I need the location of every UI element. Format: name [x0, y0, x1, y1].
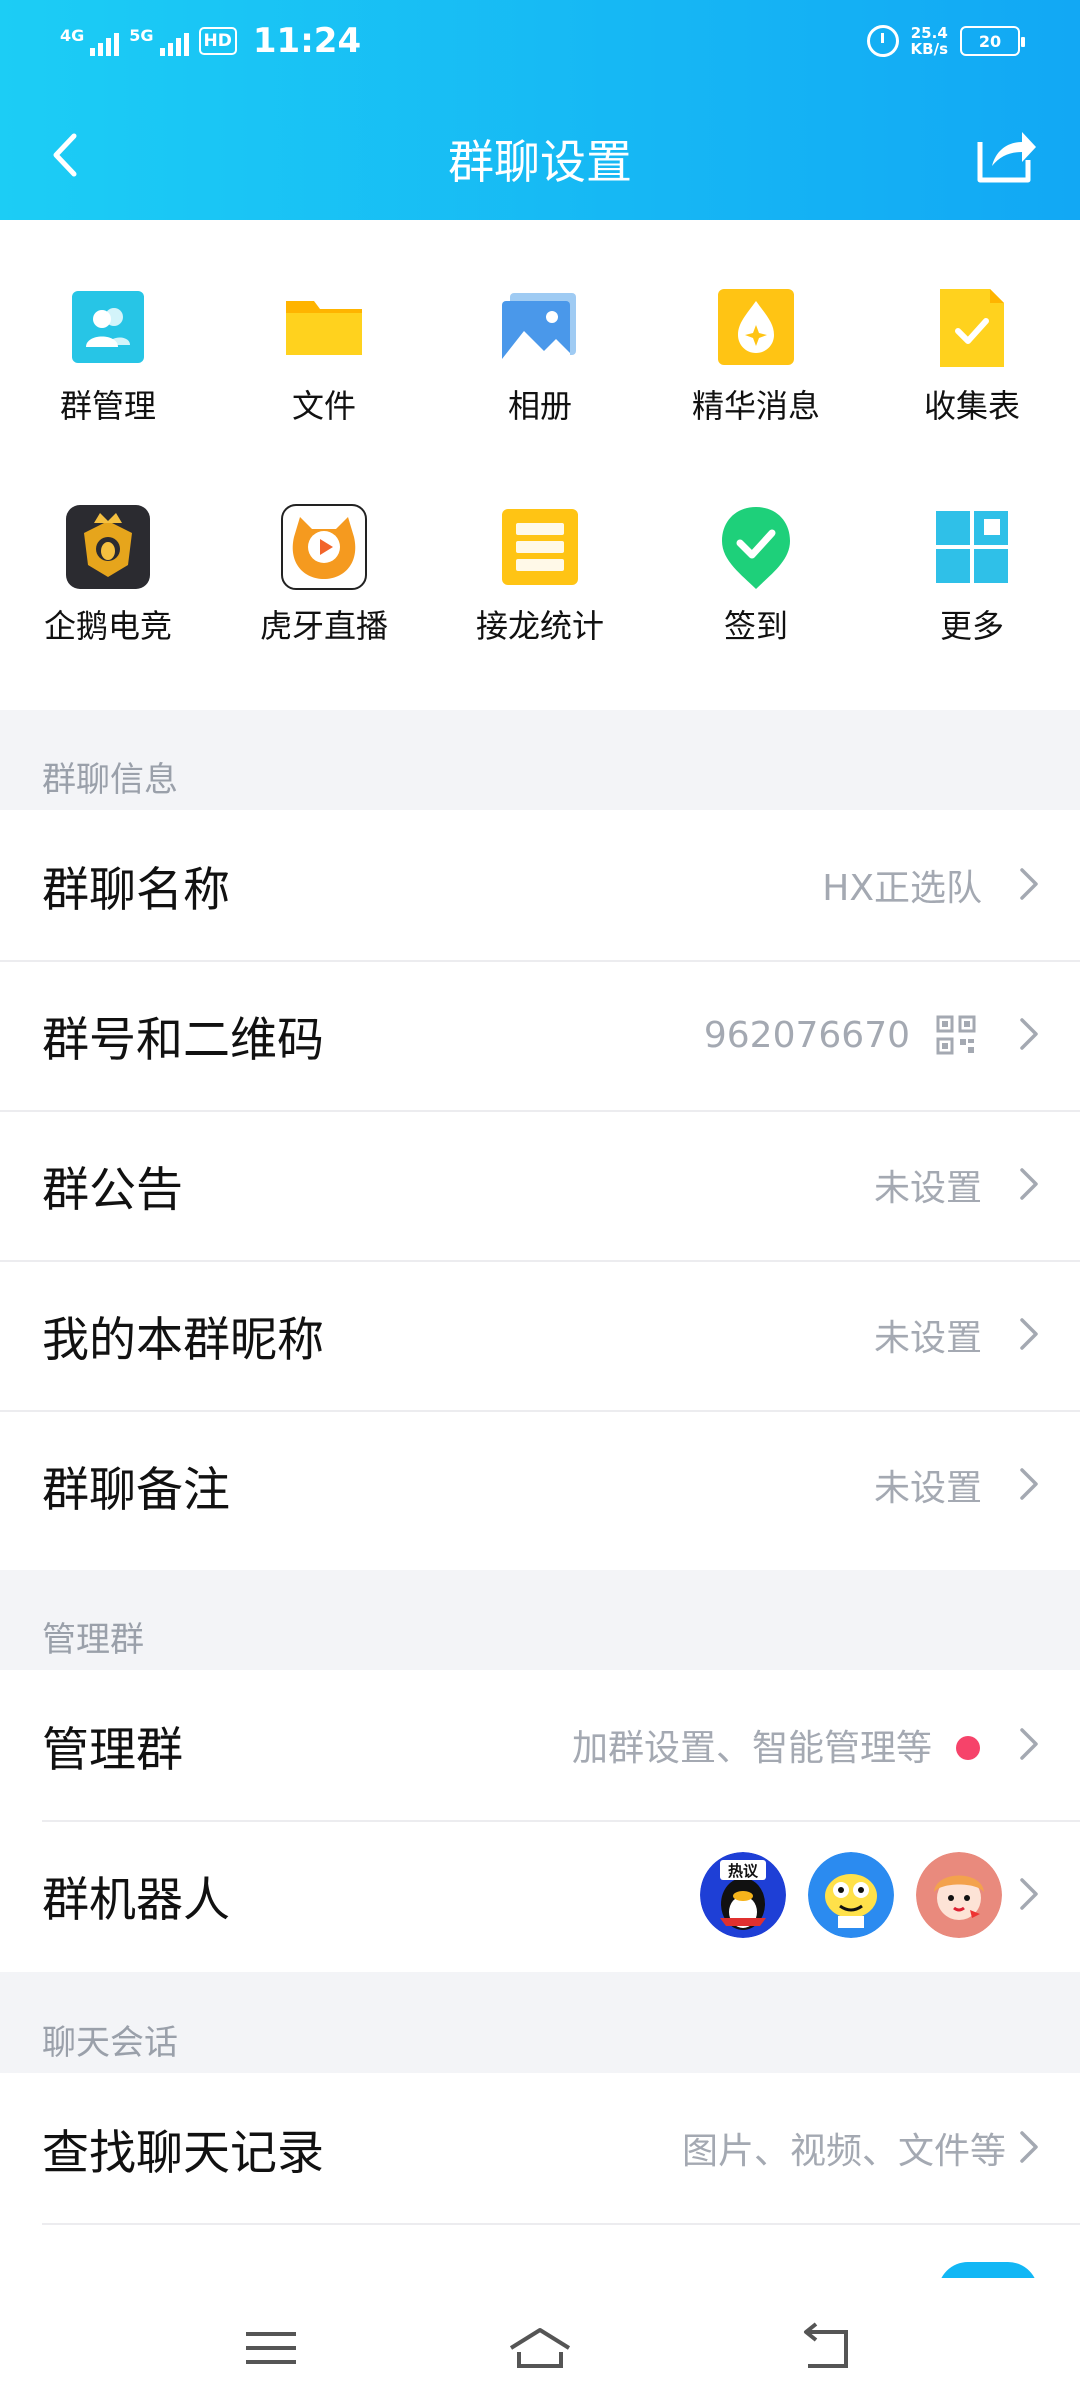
battery-level: 20 [978, 31, 1002, 51]
back-nav-icon[interactable] [790, 2318, 860, 2378]
hd-voice-icon: HD [198, 27, 237, 55]
battery-icon: 20 [960, 26, 1025, 56]
chain-stats-icon [496, 503, 584, 591]
row-my-nickname[interactable]: 我的本群昵称 未设置 [0, 1260, 1080, 1410]
status-time: 11:24 [252, 21, 362, 61]
row-label: 群公告 [42, 1162, 183, 1218]
notification-dot [956, 1736, 980, 1760]
album-icon [496, 283, 584, 371]
grid-label: 更多 [939, 607, 1004, 645]
share-icon[interactable] [970, 120, 1040, 190]
chevron-right-icon [1020, 1168, 1038, 1200]
row-value: 加群设置、智能管理等 [571, 1728, 932, 1769]
grid-label: 相册 [507, 387, 572, 425]
robot-badge-text: 热议 [728, 1862, 759, 1880]
row-manage-group[interactable]: 管理群 加群设置、智能管理等 [0, 1670, 1080, 1820]
grid-label: 精华消息 [691, 387, 820, 425]
page-title: 群聊设置 [448, 135, 632, 189]
menu-icon[interactable] [236, 2318, 306, 2378]
chevron-right-icon [1020, 868, 1038, 900]
row-label: 群机器人 [42, 1872, 230, 1928]
grid-item-file[interactable]: 文件 [216, 245, 432, 465]
row-label: 群号和二维码 [42, 1012, 324, 1068]
row-value: 未设置 [873, 1318, 982, 1359]
sim2-label: 5G [129, 26, 154, 45]
manage-card: 管理群 加群设置、智能管理等 群机器人 热议 [0, 1670, 1080, 1972]
row-label: 我的本群昵称 [42, 1312, 324, 1368]
grid-item-chain-stats[interactable]: 接龙统计 [432, 465, 648, 685]
row-value: 未设置 [873, 1168, 982, 1209]
home-icon[interactable] [505, 2318, 575, 2378]
chat-card: 查找聊天记录 图片、视频、文件等 [0, 2073, 1080, 2278]
grid-item-checkin[interactable]: 签到 [648, 465, 864, 685]
grid-label: 接龙统计 [475, 607, 604, 645]
folder-icon [280, 283, 368, 371]
system-nav-bar [0, 2278, 1080, 2408]
form-icon [928, 283, 1016, 371]
row-label: 查找聊天记录 [42, 2125, 324, 2181]
grid-label: 企鹅电竞 [43, 607, 172, 645]
grid-item-form[interactable]: 收集表 [864, 245, 1080, 465]
grid-label: 文件 [291, 387, 356, 425]
nav-bar: 群聊设置 [0, 110, 1080, 200]
row-value: 962076670 [703, 1014, 910, 1056]
checkin-icon [712, 503, 800, 591]
grid-label: 收集表 [923, 387, 1020, 425]
huya-icon [280, 503, 368, 591]
row-group-id-qr[interactable]: 群号和二维码 962076670 [0, 960, 1080, 1110]
robot-avatar-yellow-icon [808, 1852, 894, 1938]
signal-sim2-icon: 5G [129, 26, 189, 56]
grid-item-huya[interactable]: 虎牙直播 [216, 465, 432, 685]
row-label: 群聊名称 [42, 862, 230, 918]
chevron-right-icon [1020, 1018, 1038, 1050]
robot-avatar-girl-icon [916, 1852, 1002, 1938]
speed-value: 25.4 [910, 24, 948, 42]
grid-label: 群管理 [59, 387, 156, 425]
chevron-right-icon [1020, 1318, 1038, 1350]
row-label: 群聊备注 [42, 1462, 230, 1518]
grid-item-more[interactable]: 更多 [864, 465, 1080, 685]
section-title-chat: 聊天会话 [42, 2023, 178, 2063]
qr-code-icon [936, 1015, 976, 1055]
grid-item-group-manage[interactable]: 群管理 [0, 245, 216, 465]
speed-unit: KB/s [910, 40, 948, 58]
group-manage-icon [64, 283, 152, 371]
row-group-robots[interactable]: 群机器人 热议 [0, 1820, 1080, 1970]
row-label: 管理群 [42, 1722, 183, 1778]
status-bar: 4G 5G HD 11:24 25.4 KB/s 20 [60, 16, 1025, 66]
robot-avatars: 热议 [700, 1852, 1002, 1938]
signal-sim1-icon: 4G [60, 26, 120, 56]
row-search-history[interactable]: 查找聊天记录 图片、视频、文件等 [0, 2073, 1080, 2223]
more-grid-icon [928, 503, 1016, 591]
chevron-right-icon [1020, 2131, 1038, 2163]
alarm-icon [866, 25, 899, 57]
row-value: HX正选队 [822, 868, 982, 909]
app-header: 4G 5G HD 11:24 25.4 KB/s 20 群聊设置 [0, 0, 1080, 220]
row-value: 图片、视频、文件等 [681, 2131, 1006, 2172]
grid-item-essence[interactable]: 精华消息 [648, 245, 864, 465]
chevron-right-icon [1020, 1728, 1038, 1760]
row-value: 未设置 [873, 1468, 982, 1509]
essence-icon [712, 283, 800, 371]
section-title-info: 群聊信息 [42, 760, 178, 800]
grid-label: 虎牙直播 [259, 607, 388, 645]
info-card: 群聊名称 HX正选队 群号和二维码 962076670 群公告 未设置 我的本群… [0, 810, 1080, 1570]
row-announcement[interactable]: 群公告 未设置 [0, 1110, 1080, 1260]
row-group-name[interactable]: 群聊名称 HX正选队 [0, 810, 1080, 960]
grid-item-album[interactable]: 相册 [432, 245, 648, 465]
chevron-right-icon [1020, 1878, 1038, 1910]
network-speed: 25.4 KB/s [911, 25, 948, 57]
robot-avatar-hot-icon: 热议 [700, 1852, 786, 1938]
section-title-manage: 管理群 [42, 1620, 144, 1660]
row-group-remark[interactable]: 群聊备注 未设置 [0, 1410, 1080, 1560]
chevron-right-icon [1020, 1468, 1038, 1500]
feature-grid: 群管理 文件 相册 精华消息 收集表 企鹅电竞 虎牙直播 接龙统计 签到 更多 [0, 220, 1080, 710]
grid-label: 签到 [723, 607, 788, 645]
sim1-label: 4G [60, 26, 85, 45]
grid-item-penguin-esports[interactable]: 企鹅电竞 [0, 465, 216, 685]
penguin-esports-icon [64, 503, 152, 591]
